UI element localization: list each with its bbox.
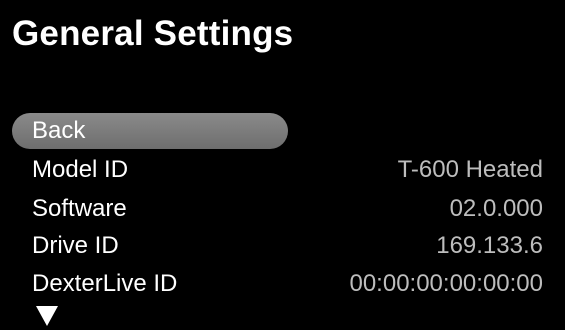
menu-row-value: 02.0.000 — [449, 195, 543, 222]
menu-row-label: Software — [32, 195, 127, 222]
page-title: General Settings — [12, 14, 294, 53]
settings-screen: General Settings Back Model ID T-600 Hea… — [0, 0, 565, 330]
scroll-down-icon[interactable] — [36, 306, 58, 326]
menu-row-value: T-600 Heated — [397, 156, 543, 183]
menu-row-value: 00:00:00:00:00:00 — [349, 270, 543, 297]
menu-row-label: Drive ID — [32, 232, 119, 259]
menu-row-value: 169.133.6 — [436, 232, 543, 259]
menu-row-drive-id[interactable]: Drive ID 169.133.6 — [0, 228, 565, 264]
menu-row-label: DexterLive ID — [32, 270, 178, 297]
menu-row-software[interactable]: Software 02.0.000 — [0, 191, 565, 227]
back-button[interactable]: Back — [12, 113, 288, 149]
menu-row-dexterlive-id[interactable]: DexterLive ID 00:00:00:00:00:00 — [0, 266, 565, 302]
menu-row-model-id[interactable]: Model ID T-600 Heated — [0, 152, 565, 188]
back-button-label: Back — [32, 117, 86, 144]
menu-row-label: Model ID — [32, 156, 129, 183]
